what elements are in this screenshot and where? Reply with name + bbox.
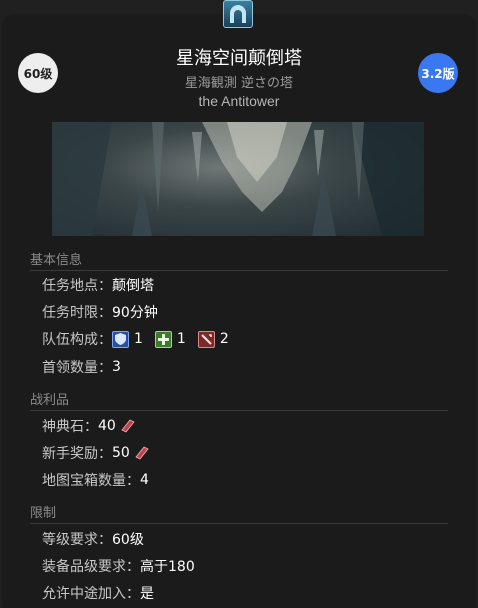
tomestone-row: 神典石： 40 xyxy=(42,416,135,436)
level-requirement-row: 等级要求： 60级 xyxy=(42,529,144,549)
healer-icon xyxy=(154,330,172,348)
party-label: 队伍构成： xyxy=(42,332,112,348)
rookie-bonus-value: 50 xyxy=(112,445,130,461)
item-level-value: 高于180 xyxy=(140,559,195,575)
rookie-bonus-row: 新手奖励： 50 xyxy=(42,443,149,463)
tomestone-label: 神典石： xyxy=(42,419,98,435)
duty-title-jp: 星海観測 逆さの塔 xyxy=(184,76,294,91)
item-level-row: 装备品级要求： 高于180 xyxy=(42,556,195,576)
healer-count: 1 xyxy=(176,331,186,347)
level-requirement-value: 60级 xyxy=(112,532,144,548)
location-row: 任务地点： 颠倒塔 xyxy=(42,275,154,295)
tank-icon xyxy=(112,330,129,348)
duty-banner-image xyxy=(52,122,424,236)
rookie-bonus-label: 新手奖励： xyxy=(42,446,112,462)
duty-title: 星海空间颠倒塔 xyxy=(176,48,302,69)
join-in-progress-value: 是 xyxy=(140,586,154,602)
boss-count-row: 首领数量： 3 xyxy=(42,357,121,377)
tank-count: 1 xyxy=(134,331,143,347)
section-limits: 限制 xyxy=(30,502,448,524)
time-limit-row: 任务时限： 90分钟 xyxy=(42,302,158,322)
join-in-progress-label: 允许中途加入： xyxy=(42,586,140,602)
dps-count: 2 xyxy=(219,331,229,347)
join-in-progress-row: 允许中途加入： 是 xyxy=(42,583,154,603)
time-limit-value: 90分钟 xyxy=(112,305,158,321)
duty-icon xyxy=(223,0,253,28)
dps-icon xyxy=(197,330,215,348)
level-requirement-label: 等级要求： xyxy=(42,532,112,548)
map-chest-row: 地图宝箱数量： 4 xyxy=(42,470,149,490)
party-row: 队伍构成： 1 1 2 xyxy=(42,329,241,349)
tomestone-value: 40 xyxy=(98,418,116,434)
tomestone-icon xyxy=(121,419,135,433)
tomestone-icon xyxy=(135,446,149,460)
map-chest-label: 地图宝箱数量： xyxy=(42,473,140,489)
boss-count-value: 3 xyxy=(112,359,121,375)
section-basic-info: 基本信息 xyxy=(30,249,448,271)
time-limit-label: 任务时限： xyxy=(42,305,112,321)
duty-title-en: the Antitower xyxy=(198,93,280,109)
boss-count-label: 首领数量： xyxy=(42,360,112,376)
map-chest-value: 4 xyxy=(140,472,149,488)
location-label: 任务地点： xyxy=(42,278,112,294)
section-loot: 战利品 xyxy=(30,389,448,411)
location-value: 颠倒塔 xyxy=(112,278,154,294)
item-level-label: 装备品级要求： xyxy=(42,559,140,575)
